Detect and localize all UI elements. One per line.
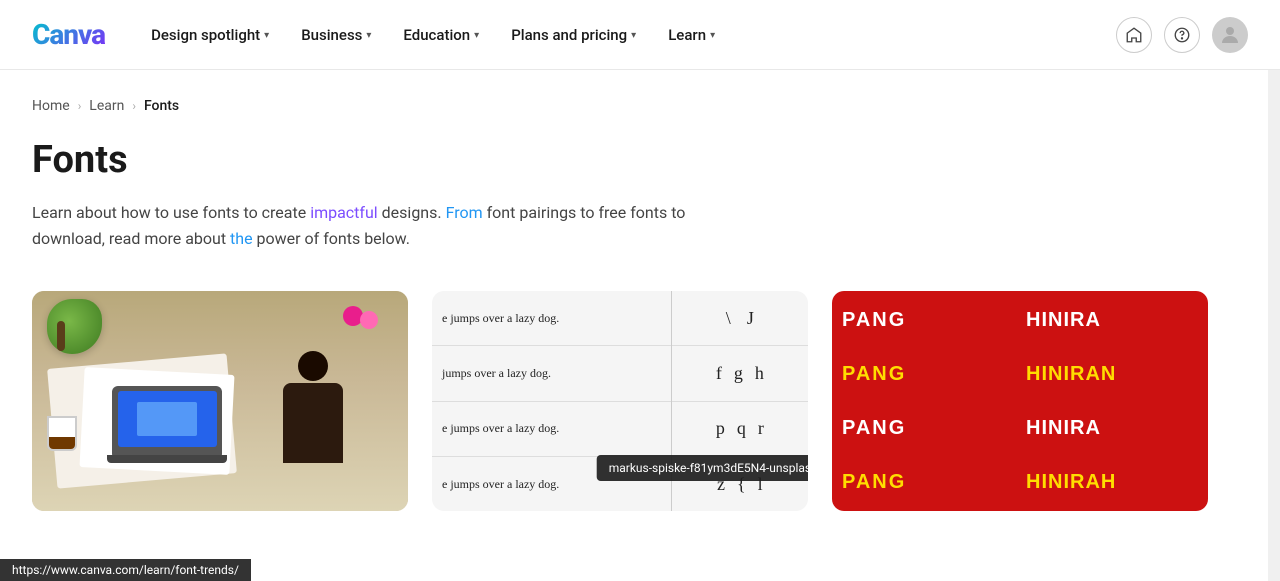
glyph-h: h (755, 363, 764, 384)
glyph-f: f (716, 363, 722, 384)
card-3-word-0: PANG (834, 293, 1020, 347)
card-1-laptop-display (118, 391, 217, 447)
breadcrumb-home[interactable]: Home (32, 98, 70, 114)
question-icon (1173, 26, 1191, 44)
navbar: Canva Design spotlight ▾ Business ▾ Educ… (0, 0, 1280, 70)
breadcrumb-sep-1: › (78, 99, 82, 113)
breadcrumb: Home › Learn › Fonts (0, 70, 1280, 122)
nav-item-business[interactable]: Business ▾ (287, 18, 385, 52)
canva-logo[interactable]: Canva (32, 18, 105, 51)
card-2-row-2-right: pqr (672, 402, 808, 457)
cards-grid: e jumps over a lazy dog. jumps over a la… (32, 291, 1208, 511)
avatar-icon (1218, 23, 1242, 47)
card-1-person (268, 351, 358, 511)
chevron-down-icon-business: ▾ (366, 30, 371, 41)
nav-label-learn: Learn (668, 26, 706, 44)
glyph-l: l (758, 474, 763, 495)
card-2-layout: e jumps over a lazy dog. jumps over a la… (432, 291, 808, 511)
card-3-word-7: HINIRAH (1020, 455, 1206, 509)
page-content: Fonts Learn about how to use fonts to cr… (0, 122, 1240, 551)
card-3-word-1: HINIRA (1020, 293, 1206, 347)
card-3-grid: PANG HINIRA PANG HINIRAN PANG HINIRA PAN… (832, 291, 1208, 511)
card-1-coffee (49, 437, 75, 449)
card-3-word-3: HINIRAN (1020, 347, 1206, 401)
card-2-row-1-right: fgh (672, 346, 808, 401)
card-1-plant-stem (57, 321, 65, 351)
glyph-brace: { (737, 474, 746, 495)
nav-item-design-spotlight[interactable]: Design spotlight ▾ (137, 18, 283, 52)
card-1-laptop-base (107, 455, 227, 463)
card-typography-poster[interactable]: PANG HINIRA PANG HINIRAN PANG HINIRA PAN… (832, 291, 1208, 511)
card-1-flower-2 (360, 311, 378, 329)
card-typography-specimen[interactable]: e jumps over a lazy dog. jumps over a la… (432, 291, 808, 511)
card-2-row-0-left: e jumps over a lazy dog. (432, 291, 671, 346)
chevron-down-icon-plans-pricing: ▾ (631, 30, 636, 41)
nav-label-business: Business (301, 26, 362, 44)
glyph-p: p (716, 418, 725, 439)
nav-item-plans-pricing[interactable]: Plans and pricing ▾ (497, 18, 650, 52)
home-icon (1125, 26, 1143, 44)
card-3-word-5: HINIRA (1020, 401, 1206, 455)
glyph-z: z (717, 474, 725, 495)
chevron-down-icon-design-spotlight: ▾ (264, 30, 269, 41)
card-2-right-col: \J fgh pqr z{l (672, 291, 808, 511)
card-2-left-col: e jumps over a lazy dog. jumps over a la… (432, 291, 672, 511)
card-1-flowers (338, 306, 378, 356)
card-2-row-3-right: z { l (672, 457, 808, 511)
card-1-image (32, 291, 408, 511)
breadcrumb-current: Fonts (144, 98, 179, 114)
chevron-down-icon-learn: ▾ (710, 30, 715, 41)
card-1-cup (47, 416, 77, 451)
card-2-row-3-left: e jumps over a lazy dog. (432, 457, 671, 511)
help-icon-button[interactable] (1164, 17, 1200, 53)
card-3-word-6: PANG (834, 455, 1020, 509)
page-title: Fonts (32, 138, 1208, 182)
glyph-g: g (734, 363, 743, 384)
page-description: Learn about how to use fonts to create i… (32, 200, 732, 251)
breadcrumb-sep-2: › (132, 99, 136, 113)
card-2-row-1-left: jumps over a lazy dog. (432, 346, 671, 401)
nav-right (1116, 17, 1248, 53)
glyph-J: J (747, 308, 754, 329)
card-2-row-2-left: e jumps over a lazy dog. (432, 402, 671, 457)
nav-label-design-spotlight: Design spotlight (151, 26, 260, 44)
nav-item-learn[interactable]: Learn ▾ (654, 18, 729, 52)
chevron-down-icon-education: ▾ (474, 30, 479, 41)
nav-label-education: Education (403, 26, 470, 44)
card-2-row-0-right: \J (672, 291, 808, 346)
nav-item-education[interactable]: Education ▾ (389, 18, 493, 52)
avatar[interactable] (1212, 17, 1248, 53)
nav-label-plans-pricing: Plans and pricing (511, 26, 627, 44)
glyph-r: r (758, 418, 764, 439)
card-desk-scene[interactable] (32, 291, 408, 511)
card-3-word-2: PANG (834, 347, 1020, 401)
card-1-torso (283, 383, 343, 463)
card-1-laptop-screen (112, 386, 222, 456)
card-1-laptop-content (137, 402, 196, 436)
status-bar: https://www.canva.com/learn/font-trends/ (0, 559, 251, 581)
breadcrumb-learn[interactable]: Learn (89, 98, 124, 114)
highlight-from: From (446, 203, 483, 222)
glyph-backslash: \ (726, 308, 731, 329)
card-3-word-4: PANG (834, 401, 1020, 455)
glyph-q: q (737, 418, 746, 439)
highlight-impactful: impactful (310, 203, 378, 222)
card-2-inner: e jumps over a lazy dog. jumps over a la… (432, 291, 808, 511)
highlight-the: the (230, 229, 253, 248)
home-icon-button[interactable] (1116, 17, 1152, 53)
nav-links: Design spotlight ▾ Business ▾ Education … (137, 18, 1116, 52)
card-1-head (298, 351, 328, 381)
scrollbar-track[interactable] (1268, 0, 1280, 581)
